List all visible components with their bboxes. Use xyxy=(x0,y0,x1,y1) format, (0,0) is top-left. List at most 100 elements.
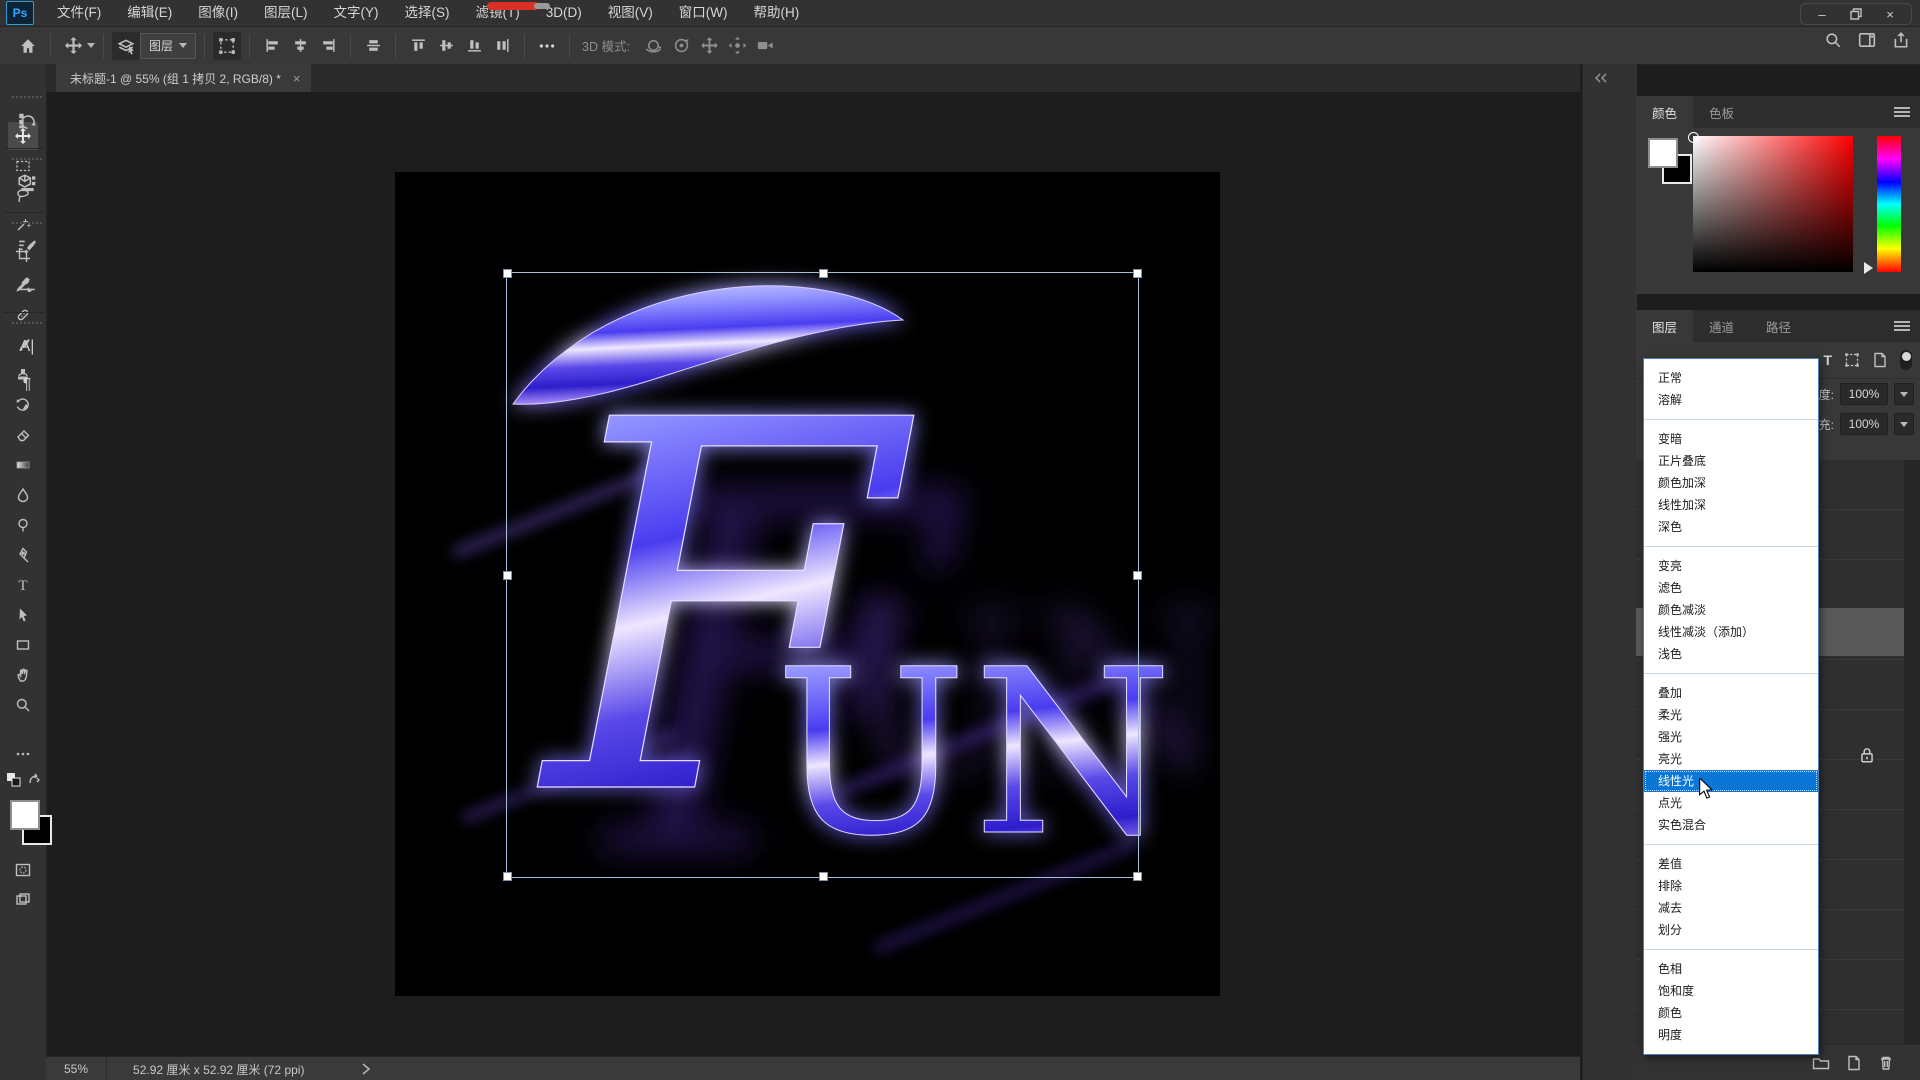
3d-camera-icon[interactable] xyxy=(752,32,780,60)
quick-mask-button[interactable] xyxy=(8,856,38,884)
transform-handle-e[interactable] xyxy=(1133,571,1142,580)
tool-shape[interactable] xyxy=(8,631,38,659)
search-icon[interactable] xyxy=(1824,31,1842,49)
screen-mode-button[interactable] xyxy=(8,886,38,914)
zoom-level-field[interactable]: 55% xyxy=(46,1057,107,1080)
paragraph-panel-icon[interactable]: ¶ xyxy=(9,368,45,402)
blend-option-color-dodge[interactable]: 颜色减淡 xyxy=(1644,599,1818,621)
filter-shape-icon[interactable] xyxy=(1844,352,1860,368)
align-horizontal-centers-icon[interactable] xyxy=(286,32,314,60)
layers-scrollbar[interactable] xyxy=(1904,460,1920,1044)
blend-option-difference[interactable]: 差值 xyxy=(1644,853,1818,875)
fill-chevron-icon[interactable] xyxy=(1894,413,1914,435)
menu-file[interactable]: 文件(F) xyxy=(44,0,114,26)
menu-view[interactable]: 视图(V) xyxy=(595,0,666,26)
expand-panels-icon[interactable] xyxy=(1594,72,1608,84)
layers-panel-menu-icon[interactable] xyxy=(1894,319,1910,333)
3d-pan-icon[interactable] xyxy=(696,32,724,60)
move-tool-icon[interactable] xyxy=(59,32,87,60)
hue-slider-strip[interactable] xyxy=(1877,136,1901,272)
home-button[interactable] xyxy=(14,32,42,60)
brushes-panel-icon[interactable] xyxy=(9,268,45,302)
document-tab[interactable]: 未标题-1 @ 55% (组 1 拷贝 2, RGB/8) * × xyxy=(56,64,311,92)
blend-option-multiply[interactable]: 正片叠底 xyxy=(1644,450,1818,472)
tab-layers[interactable]: 图层 xyxy=(1636,310,1693,342)
auto-select-target-dropdown[interactable]: 图层 xyxy=(140,33,196,59)
tab-color[interactable]: 颜色 xyxy=(1636,96,1693,128)
tool-gradient[interactable] xyxy=(8,451,38,479)
transform-handle-w[interactable] xyxy=(503,571,512,580)
foreground-color-swatch[interactable] xyxy=(10,800,40,830)
blend-option-vivid-light[interactable]: 亮光 xyxy=(1644,748,1818,770)
distribute-horizontal-spacing-icon[interactable] xyxy=(488,32,516,60)
status-chevron-icon[interactable] xyxy=(360,1062,372,1076)
blend-option-color-burn[interactable]: 颜色加深 xyxy=(1644,472,1818,494)
tool-eraser[interactable] xyxy=(8,421,38,449)
tab-paths[interactable]: 路径 xyxy=(1750,310,1807,342)
distribute-top-edges-icon[interactable] xyxy=(404,32,432,60)
blend-option-subtract[interactable]: 减去 xyxy=(1644,897,1818,919)
menu-help[interactable]: 帮助(H) xyxy=(740,0,812,26)
blend-option-linear-light-selected[interactable]: 线性光 xyxy=(1644,770,1818,792)
tool-path-select[interactable] xyxy=(8,601,38,629)
distribute-vertical-centers-icon[interactable] xyxy=(432,32,460,60)
new-group-icon[interactable] xyxy=(1812,1055,1830,1071)
history-panel-icon[interactable] xyxy=(9,104,45,138)
menu-image[interactable]: 图像(I) xyxy=(185,0,251,26)
color-panel-foreground-swatch[interactable] xyxy=(1648,138,1678,168)
tool-dodge[interactable] xyxy=(8,511,38,539)
tab-swatches[interactable]: 色板 xyxy=(1693,96,1750,128)
tab-channels[interactable]: 通道 xyxy=(1693,310,1750,342)
3d-slide-icon[interactable] xyxy=(724,32,752,60)
tool-zoom[interactable] xyxy=(8,691,38,719)
menu-select[interactable]: 选择(S) xyxy=(392,0,463,26)
tools-panel-drag-handle[interactable] xyxy=(3,68,9,78)
blend-option-soft-light[interactable]: 柔光 xyxy=(1644,704,1818,726)
filter-type-icon[interactable]: T xyxy=(1823,352,1832,368)
layer-filter-toggle[interactable] xyxy=(1900,350,1912,370)
align-vertical-centers-icon[interactable] xyxy=(359,32,387,60)
toolbar-more-ellipsis-icon[interactable] xyxy=(8,740,38,768)
tool-pen[interactable] xyxy=(8,541,38,569)
blend-option-hard-light[interactable]: 强光 xyxy=(1644,726,1818,748)
transform-handle-se[interactable] xyxy=(1133,872,1142,881)
hue-slider-arrow-icon[interactable] xyxy=(1864,262,1873,274)
blend-option-pin-light[interactable]: 点光 xyxy=(1644,792,1818,814)
3d-roll-icon[interactable] xyxy=(668,32,696,60)
align-right-edges-icon[interactable] xyxy=(314,32,342,60)
menu-window[interactable]: 窗口(W) xyxy=(666,0,741,26)
distribute-bottom-edges-icon[interactable] xyxy=(460,32,488,60)
new-layer-icon[interactable] xyxy=(1846,1055,1862,1071)
blend-option-overlay[interactable]: 叠加 xyxy=(1644,682,1818,704)
ps-logo-icon[interactable]: Ps xyxy=(6,1,34,25)
transform-handle-sw[interactable] xyxy=(503,872,512,881)
blend-option-hue[interactable]: 色相 xyxy=(1644,958,1818,980)
blend-option-darken[interactable]: 变暗 xyxy=(1644,428,1818,450)
close-button[interactable]: × xyxy=(1873,5,1907,23)
blend-option-screen[interactable]: 滤色 xyxy=(1644,577,1818,599)
blend-option-hard-mix[interactable]: 实色混合 xyxy=(1644,814,1818,836)
workspace-switcher-icon[interactable] xyxy=(1858,31,1876,49)
blend-option-saturation[interactable]: 饱和度 xyxy=(1644,980,1818,1002)
tab-close-icon[interactable]: × xyxy=(293,71,301,86)
brush-settings-panel-icon[interactable] xyxy=(9,230,45,264)
menu-edit[interactable]: 编辑(E) xyxy=(114,0,185,26)
transform-handle-s[interactable] xyxy=(819,872,828,881)
blend-option-darker-color[interactable]: 深色 xyxy=(1644,516,1818,538)
default-colors-icon[interactable] xyxy=(6,772,22,788)
blend-option-lighten[interactable]: 变亮 xyxy=(1644,555,1818,577)
menu-layer[interactable]: 图层(L) xyxy=(251,0,321,26)
filter-smart-object-icon[interactable] xyxy=(1872,352,1888,368)
blend-option-dissolve[interactable]: 溶解 xyxy=(1644,389,1818,411)
menu-type[interactable]: 文字(Y) xyxy=(321,0,392,26)
transform-handle-n[interactable] xyxy=(819,269,828,278)
opacity-chevron-icon[interactable] xyxy=(1894,383,1914,405)
blend-option-linear-burn[interactable]: 线性加深 xyxy=(1644,494,1818,516)
restore-button[interactable] xyxy=(1839,5,1873,23)
transform-controls-toggle-icon[interactable] xyxy=(213,32,241,60)
color-picker-marker[interactable] xyxy=(1688,132,1699,143)
tool-blur[interactable] xyxy=(8,481,38,509)
transform-handle-nw[interactable] xyxy=(503,269,512,278)
blend-option-normal[interactable]: 正常 xyxy=(1644,367,1818,389)
properties-3d-panel-icon[interactable] xyxy=(9,166,45,200)
